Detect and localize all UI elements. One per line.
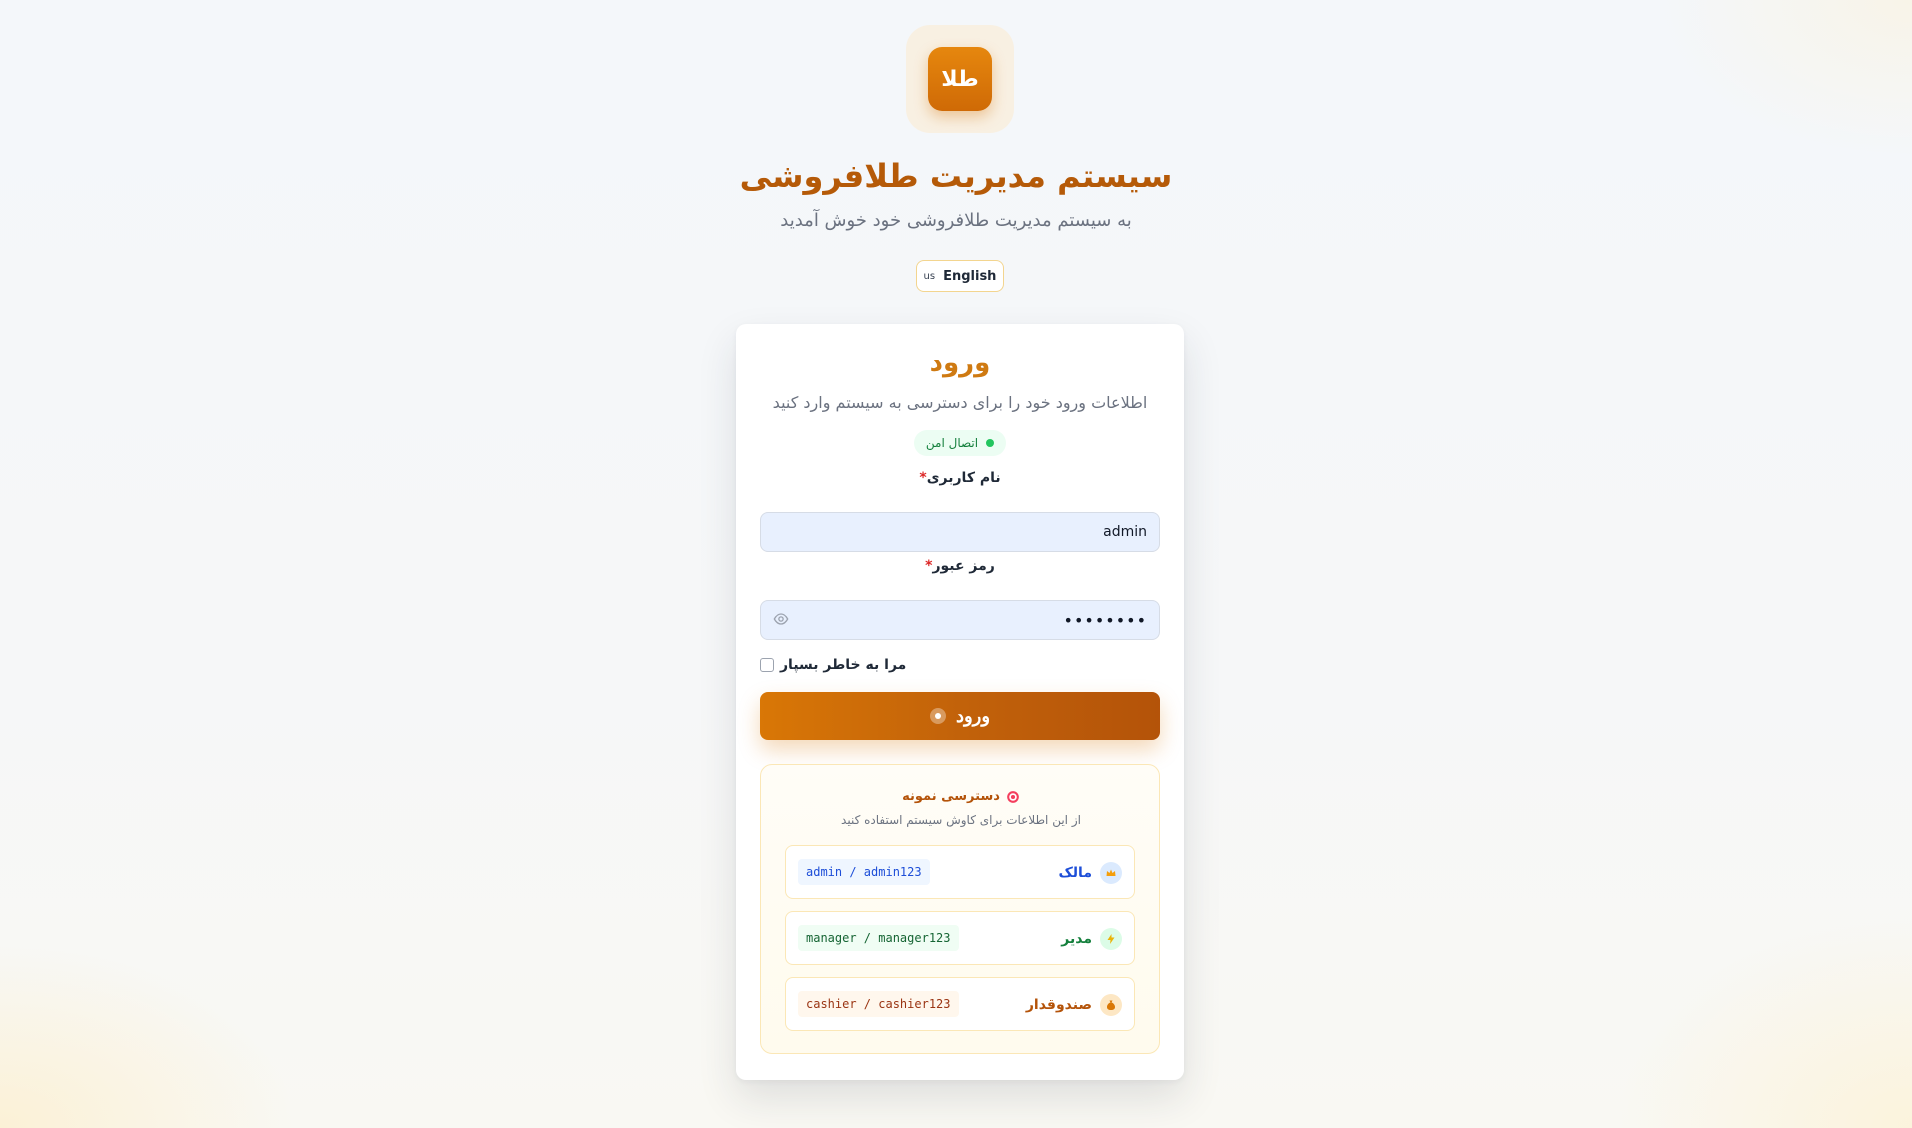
login-title: ورود bbox=[929, 348, 991, 378]
us-flag-icon: us bbox=[923, 270, 936, 282]
moneybag-icon bbox=[1100, 994, 1122, 1016]
username-label-text: نام کاربری bbox=[926, 470, 1001, 486]
login-card: ورود اطلاعات ورود خود را برای دسترسی به … bbox=[736, 324, 1184, 1080]
eye-icon[interactable] bbox=[773, 611, 789, 627]
app-logo: طلا bbox=[906, 25, 1014, 133]
crown-icon bbox=[1100, 862, 1122, 884]
app-logo-mark: طلا bbox=[928, 47, 992, 111]
username-label: نام کاربری* bbox=[736, 470, 1184, 486]
remember-me-checkbox[interactable] bbox=[760, 658, 774, 672]
demo-account-credentials: manager / manager123 bbox=[798, 925, 959, 951]
login-icon bbox=[929, 708, 946, 724]
app-subtitle: به سیستم مدیریت طلافروشی خود خوش آمدید bbox=[780, 210, 1132, 231]
demo-account-role-label: صندوقدار bbox=[1025, 997, 1092, 1013]
language-label: English bbox=[943, 268, 997, 284]
login-submit-button[interactable]: ورود bbox=[760, 692, 1160, 740]
remember-me-label: مرا به خاطر بسپار bbox=[780, 657, 907, 673]
password-input[interactable]: •••••••• bbox=[760, 600, 1160, 640]
secure-connection-label: اتصال امن bbox=[925, 436, 979, 450]
demo-account-role: صندوقدار bbox=[1026, 978, 1122, 1032]
language-switch-button[interactable]: us English bbox=[916, 260, 1004, 292]
username-input[interactable] bbox=[760, 512, 1160, 552]
login-subtitle: اطلاعات ورود خود را برای دسترسی به سیستم… bbox=[772, 393, 1148, 412]
login-submit-label: ورود bbox=[955, 705, 991, 726]
password-masked-value: •••••••• bbox=[1063, 610, 1147, 630]
demo-account-role-label: مالک bbox=[1058, 865, 1092, 881]
demo-access-title-text: دسترسی نمونه bbox=[902, 789, 1000, 804]
remember-me[interactable]: مرا به خاطر بسپار bbox=[760, 656, 1160, 674]
demo-account-credentials: cashier / cashier123 bbox=[798, 991, 959, 1017]
target-icon bbox=[1007, 790, 1019, 803]
login-page: طلا سیستم مدیریت طلافروشی به سیستم مدیری… bbox=[0, 0, 1912, 1128]
lightning-icon bbox=[1100, 928, 1122, 950]
demo-account-cashier[interactable]: صندوقدار cashier / cashier123 bbox=[785, 977, 1135, 1031]
demo-account-credentials: admin / admin123 bbox=[798, 859, 930, 885]
password-label-text: رمز عبور bbox=[932, 558, 995, 574]
app-title: سیستم مدیریت طلافروشی bbox=[739, 157, 1173, 195]
demo-account-role: مدیر bbox=[1061, 912, 1122, 966]
demo-access-title: دسترسی نمونه bbox=[761, 789, 1161, 804]
secure-connection-badge: اتصال امن bbox=[914, 430, 1006, 456]
demo-account-owner[interactable]: مالک admin / admin123 bbox=[785, 845, 1135, 899]
demo-access-subtitle: از این اطلاعات برای کاوش سیستم استفاده ک… bbox=[841, 813, 1081, 827]
demo-access-panel: دسترسی نمونه از این اطلاعات برای کاوش سی… bbox=[760, 764, 1160, 1054]
demo-account-role: مالک bbox=[1058, 846, 1122, 900]
required-mark: * bbox=[919, 470, 927, 486]
demo-account-manager[interactable]: مدیر manager / manager123 bbox=[785, 911, 1135, 965]
status-dot-icon bbox=[986, 439, 995, 447]
demo-account-role-label: مدیر bbox=[1061, 931, 1092, 947]
password-label: رمز عبور* bbox=[736, 558, 1184, 574]
